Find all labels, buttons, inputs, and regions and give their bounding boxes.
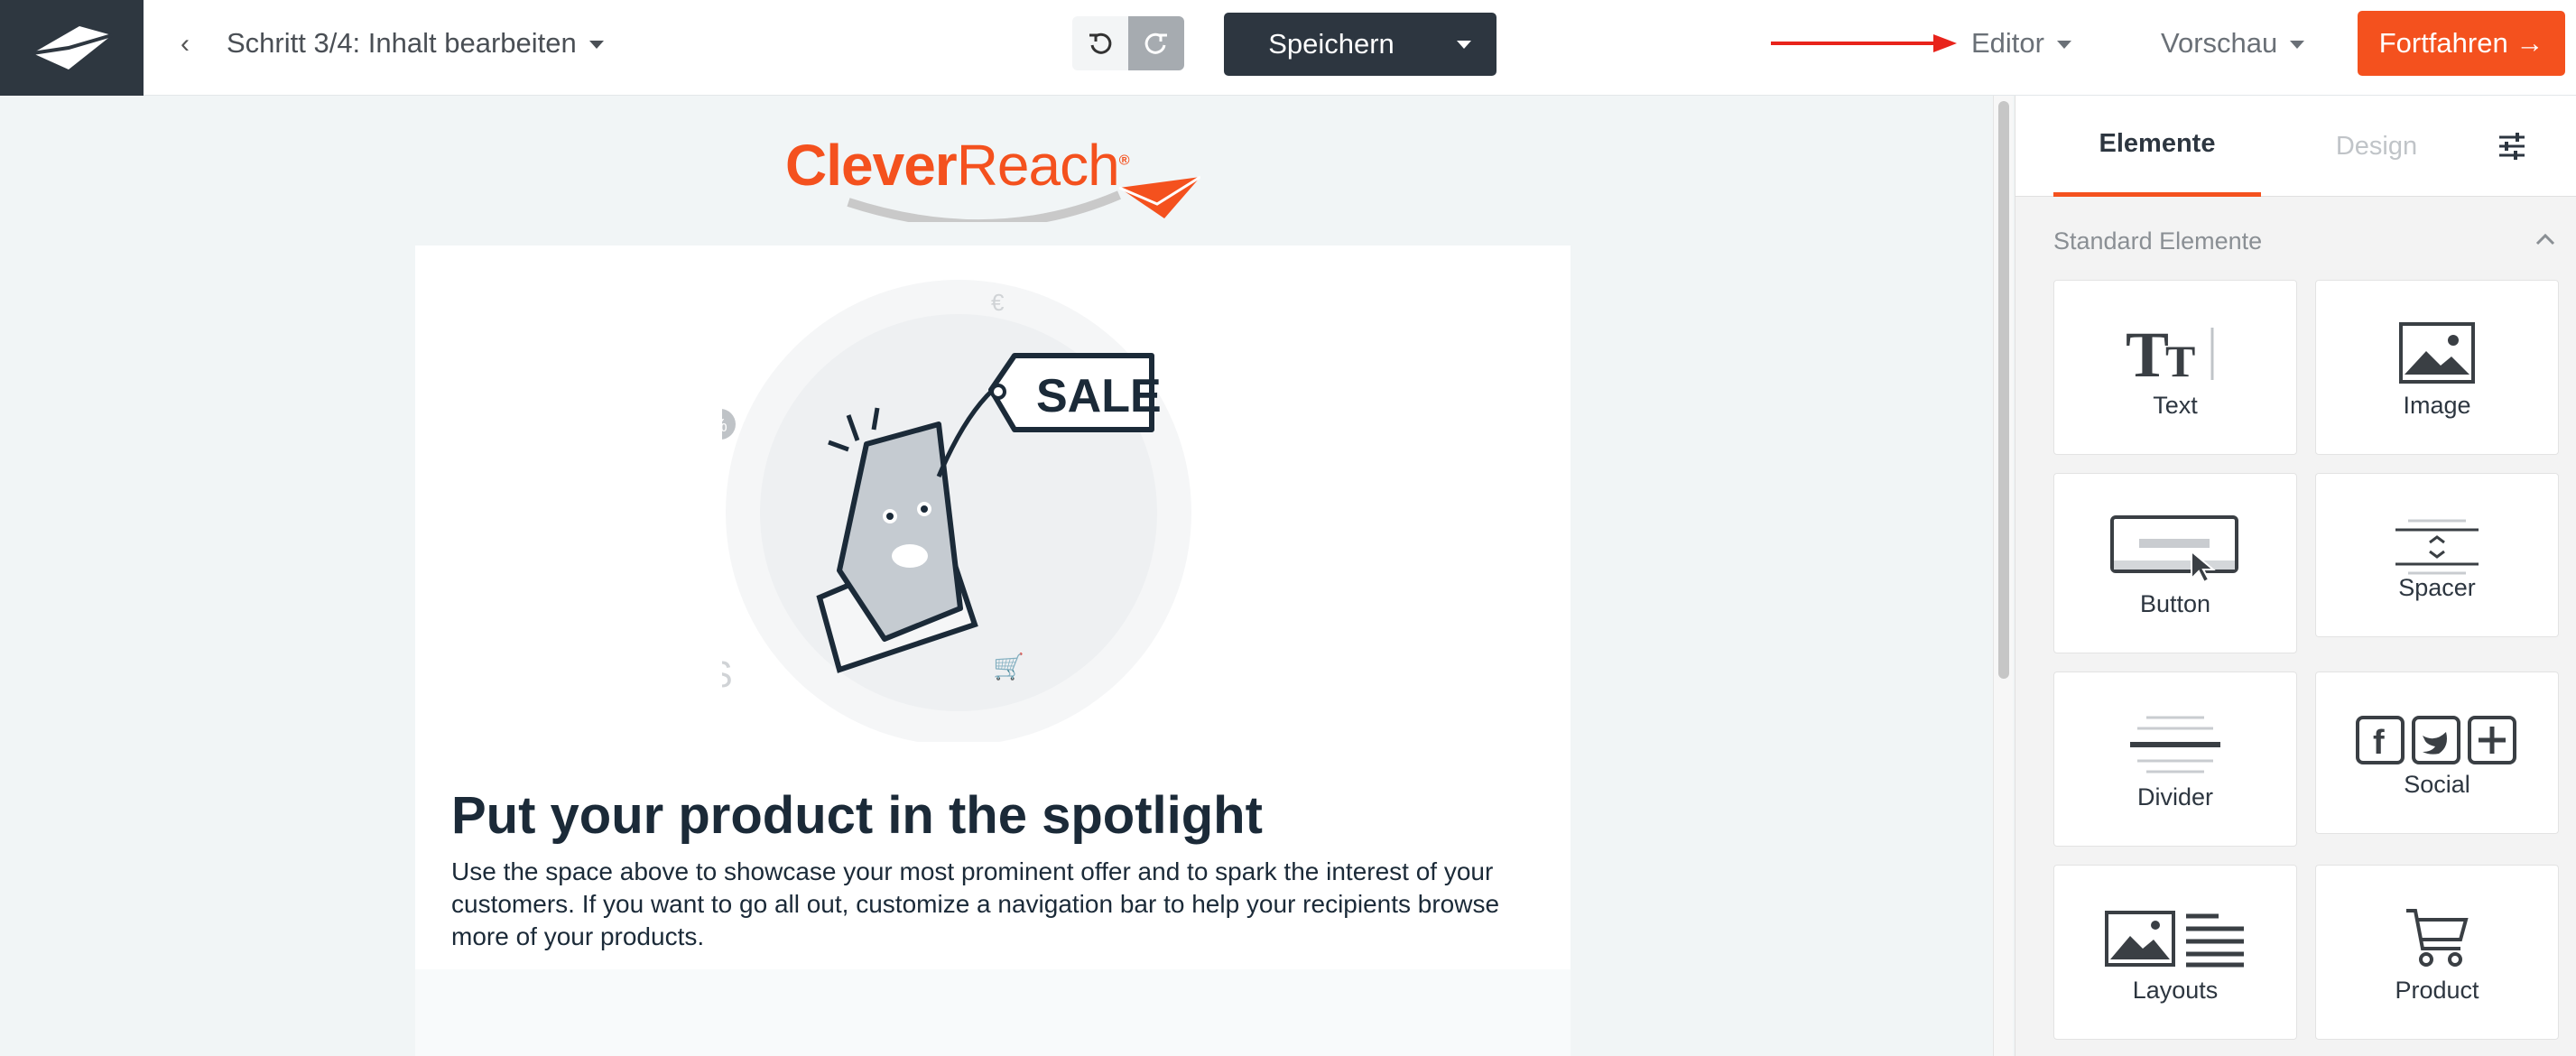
email-next-block[interactable] bbox=[415, 969, 1571, 1056]
panel-tabs: Elemente Design bbox=[2015, 96, 2576, 197]
email-body-text[interactable]: Use the space above to showcase your mos… bbox=[451, 856, 1534, 953]
redo-icon bbox=[1144, 32, 1167, 54]
top-bar: ‹ Schritt 3/4: Inhalt bearbeiten Speiche… bbox=[0, 0, 2576, 96]
save-split-button: Speichern bbox=[1224, 13, 1496, 76]
cart-small-icon: 🛒 bbox=[993, 652, 1024, 681]
save-button[interactable]: Speichern bbox=[1224, 28, 1432, 60]
text-icon: T T bbox=[2126, 322, 2214, 385]
brand-wordmark: CleverReach® bbox=[785, 132, 1130, 199]
image-icon bbox=[2399, 322, 2475, 384]
preview-menu[interactable]: Vorschau bbox=[2161, 27, 2305, 60]
element-tile-text[interactable]: T T Text bbox=[2053, 280, 2297, 455]
editor-menu[interactable]: Editor bbox=[1971, 27, 2071, 60]
undo-redo-group bbox=[1072, 16, 1184, 70]
divider-icon bbox=[2130, 716, 2220, 773]
brand-part1: Clever bbox=[785, 133, 958, 198]
elements-panel: Elemente Design Standard Elemente T T Te… bbox=[2015, 96, 2576, 1056]
caret-down-icon bbox=[588, 41, 604, 50]
svg-text:T: T bbox=[2165, 336, 2195, 385]
button-icon bbox=[2110, 515, 2238, 584]
brand-registered-mark: ® bbox=[1118, 153, 1130, 169]
element-tile-social[interactable]: f Social bbox=[2315, 672, 2559, 834]
cart-icon bbox=[2406, 909, 2469, 967]
tab-design[interactable]: Design bbox=[2286, 96, 2467, 197]
element-label: Image bbox=[2403, 392, 2471, 419]
element-label: Spacer bbox=[2398, 574, 2476, 601]
email-headline[interactable]: Put your product in the spotlight bbox=[451, 785, 1263, 846]
caret-down-icon bbox=[1457, 40, 1471, 49]
red-pointer-arrow-icon bbox=[1771, 34, 1957, 52]
brand-part2: Reach bbox=[956, 133, 1120, 198]
email-canvas: CleverReach® € % $ 🛒 SALE Put your produ… bbox=[0, 96, 1993, 1056]
element-tile-layouts[interactable]: Layouts bbox=[2053, 865, 2297, 1040]
step-label: Schritt 3/4: Inhalt bearbeiten bbox=[227, 27, 577, 59]
element-label: Layouts bbox=[2132, 977, 2219, 1004]
sale-tag-text: SALE bbox=[1036, 370, 1162, 422]
element-label: Divider bbox=[2136, 783, 2214, 811]
step-dropdown[interactable]: Schritt 3/4: Inhalt bearbeiten bbox=[227, 27, 604, 60]
save-options-caret[interactable] bbox=[1432, 13, 1496, 76]
element-tile-divider[interactable]: Divider bbox=[2053, 672, 2297, 847]
sale-tag-illustration: € % $ 🛒 SALE bbox=[722, 280, 1191, 742]
element-tile-image[interactable]: Image bbox=[2315, 280, 2559, 455]
dollar-icon: $ bbox=[722, 653, 731, 697]
undo-icon bbox=[1089, 32, 1112, 54]
chevron-up-icon[interactable] bbox=[2535, 233, 2555, 245]
canvas-scrollbar[interactable] bbox=[1993, 96, 2013, 1056]
caret-down-icon bbox=[2290, 41, 2305, 50]
caret-down-icon bbox=[2056, 41, 2071, 50]
scroll-thumb[interactable] bbox=[1998, 101, 2009, 679]
element-label: Product bbox=[2395, 977, 2479, 1004]
svg-text:f: f bbox=[2373, 724, 2385, 762]
element-tile-button[interactable]: Button bbox=[2053, 473, 2297, 653]
sliders-settings-icon[interactable] bbox=[2494, 128, 2530, 164]
envelope-logo-icon bbox=[32, 26, 113, 69]
euro-icon: € bbox=[991, 289, 1005, 316]
layouts-icon bbox=[2105, 911, 2244, 968]
proceed-button[interactable]: Fortfahren → bbox=[2358, 11, 2565, 76]
element-tile-product[interactable]: Product bbox=[2315, 865, 2559, 1040]
element-label: Text bbox=[2153, 392, 2198, 419]
social-icon: f bbox=[2356, 716, 2516, 764]
app-logo[interactable] bbox=[0, 0, 144, 96]
editor-label: Editor bbox=[1971, 27, 2044, 59]
email-body-card[interactable]: € % $ 🛒 SALE Put your product in the spo… bbox=[415, 245, 1571, 1056]
preview-label: Vorschau bbox=[2161, 27, 2278, 59]
element-label: Social bbox=[2404, 771, 2470, 798]
spacer-icon bbox=[2395, 519, 2479, 575]
brand-logo[interactable]: CleverReach® bbox=[785, 132, 1200, 222]
percent-icon: % bbox=[722, 416, 727, 436]
redo-button[interactable] bbox=[1128, 16, 1184, 70]
undo-button[interactable] bbox=[1072, 16, 1128, 70]
element-label: Button bbox=[2139, 590, 2211, 617]
tab-elements[interactable]: Elemente bbox=[2053, 96, 2261, 197]
element-tile-spacer[interactable]: Spacer bbox=[2315, 473, 2559, 637]
section-title[interactable]: Standard Elemente bbox=[2053, 227, 2262, 255]
back-chevron-icon[interactable]: ‹ bbox=[181, 29, 190, 60]
svg-text:T: T bbox=[2126, 322, 2169, 385]
